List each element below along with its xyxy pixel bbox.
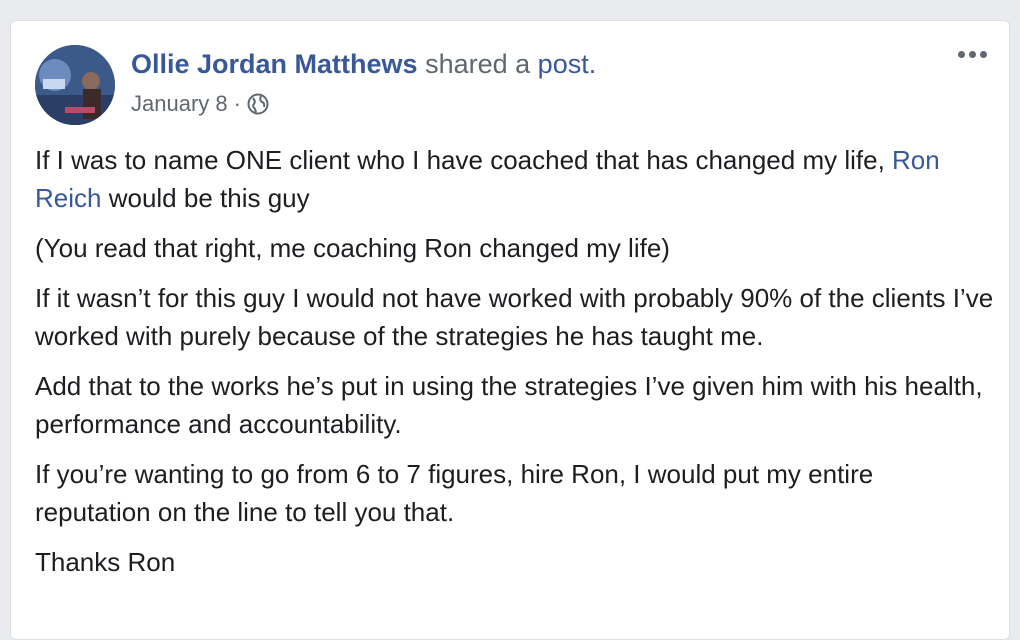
- author-name-link[interactable]: Ollie Jordan Matthews: [131, 49, 418, 79]
- action-text: shared a: [425, 49, 531, 79]
- post-card: Ollie Jordan Matthews shared a post. Jan…: [10, 20, 1010, 640]
- paragraph-text: If I was to name ONE client who I have c…: [35, 145, 893, 175]
- more-dot: [958, 51, 965, 58]
- post-paragraph: (You read that right, me coaching Ron ch…: [35, 233, 670, 263]
- meta-separator: ·: [233, 91, 241, 116]
- post-meta: January 8 ·: [131, 91, 269, 117]
- post-paragraph: If it wasn’t for this guy I would not ha…: [35, 283, 994, 351]
- post-date-link[interactable]: January 8: [131, 91, 228, 117]
- author-avatar[interactable]: [35, 45, 115, 125]
- more-dot: [980, 51, 987, 58]
- avatar-image: [35, 45, 115, 125]
- post-paragraph: Add that to the works he’s put in using …: [35, 371, 983, 439]
- more-options-icon[interactable]: [958, 51, 987, 58]
- post-header: Ollie Jordan Matthews shared a post.: [131, 49, 596, 80]
- post-paragraph: If I was to name ONE client who I have c…: [35, 141, 995, 217]
- post-paragraph: If you’re wanting to go from 6 to 7 figu…: [35, 459, 874, 527]
- more-dot: [969, 51, 976, 58]
- paragraph-text: would be this guy: [101, 183, 310, 213]
- post-paragraph: Thanks Ron: [35, 547, 176, 577]
- post-body: If I was to name ONE client who I have c…: [35, 141, 995, 593]
- shared-post-link[interactable]: post.: [538, 49, 597, 79]
- globe-icon[interactable]: [247, 93, 269, 115]
